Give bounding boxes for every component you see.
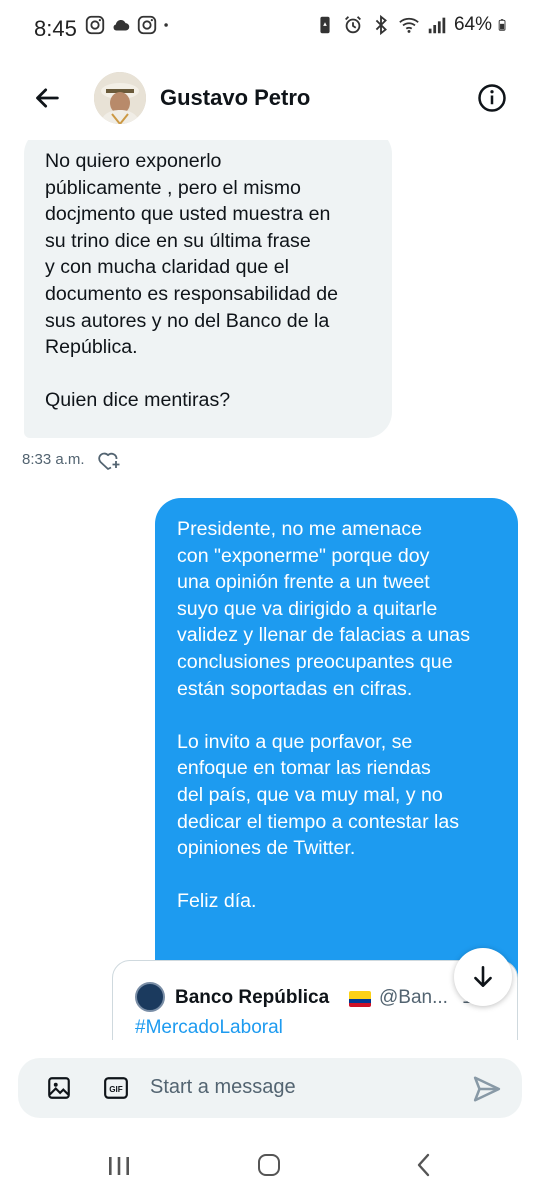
- quoted-hashtag-link[interactable]: #MercadoLaboral: [135, 1017, 283, 1039]
- conversation-info-button[interactable]: [474, 80, 510, 116]
- banco-republica-logo-icon: [135, 982, 165, 1012]
- scroll-to-bottom-button[interactable]: [454, 948, 512, 1006]
- system-navigation-bar: [0, 1130, 540, 1200]
- colombia-flag-icon: [349, 991, 371, 1007]
- signal-icon: [428, 17, 446, 34]
- send-icon[interactable]: [472, 1074, 502, 1104]
- avatar[interactable]: [94, 72, 146, 124]
- arrow-down-icon: [474, 965, 492, 987]
- instagram-icon: [137, 15, 157, 35]
- status-time: 8:45: [34, 16, 77, 41]
- system-status-icons: 64%: [314, 14, 512, 36]
- image-icon[interactable]: [46, 1075, 72, 1101]
- info-icon: [478, 84, 506, 112]
- svg-text:GIF: GIF: [109, 1085, 123, 1094]
- dot-icon: [164, 23, 168, 27]
- message-list[interactable]: No quiero exponerlo públicamente , pero …: [0, 140, 540, 1040]
- profile-photo-icon: [94, 72, 146, 124]
- status-bar: 8:45 64%: [0, 0, 540, 58]
- incoming-message-bubble[interactable]: No quiero exponerlo públicamente , pero …: [24, 140, 392, 438]
- add-reaction-heart-icon[interactable]: [97, 448, 121, 470]
- instagram-icon: [85, 15, 105, 35]
- alarm-icon: [344, 16, 361, 34]
- quoted-author-name: Banco República: [175, 987, 330, 1008]
- message-composer: GIF Start a message: [18, 1058, 522, 1118]
- quoted-author-handle: @Ban...: [379, 987, 448, 1008]
- battery-percent: 64%: [453, 14, 492, 35]
- conversation-header: Gustavo Petro: [0, 58, 540, 140]
- back-button[interactable]: [28, 78, 68, 118]
- cloud-icon: [113, 19, 130, 31]
- message-timestamp: 8:33 a.m.: [22, 450, 85, 468]
- notification-icons: [84, 14, 176, 36]
- gif-icon[interactable]: GIF: [103, 1075, 129, 1101]
- wifi-icon: [399, 17, 419, 33]
- incoming-message-meta: 8:33 a.m.: [22, 448, 121, 470]
- arrow-left-icon: [36, 88, 59, 108]
- contact-name[interactable]: Gustavo Petro: [160, 85, 310, 111]
- message-input[interactable]: Start a message: [150, 1076, 296, 1099]
- battery-icon: [498, 19, 506, 31]
- bluetooth-icon: [375, 14, 387, 36]
- home-button[interactable]: [258, 1154, 280, 1176]
- battery-saver-icon: [320, 16, 330, 34]
- recent-apps-icon[interactable]: [106, 1154, 132, 1178]
- system-back-icon[interactable]: [412, 1152, 436, 1178]
